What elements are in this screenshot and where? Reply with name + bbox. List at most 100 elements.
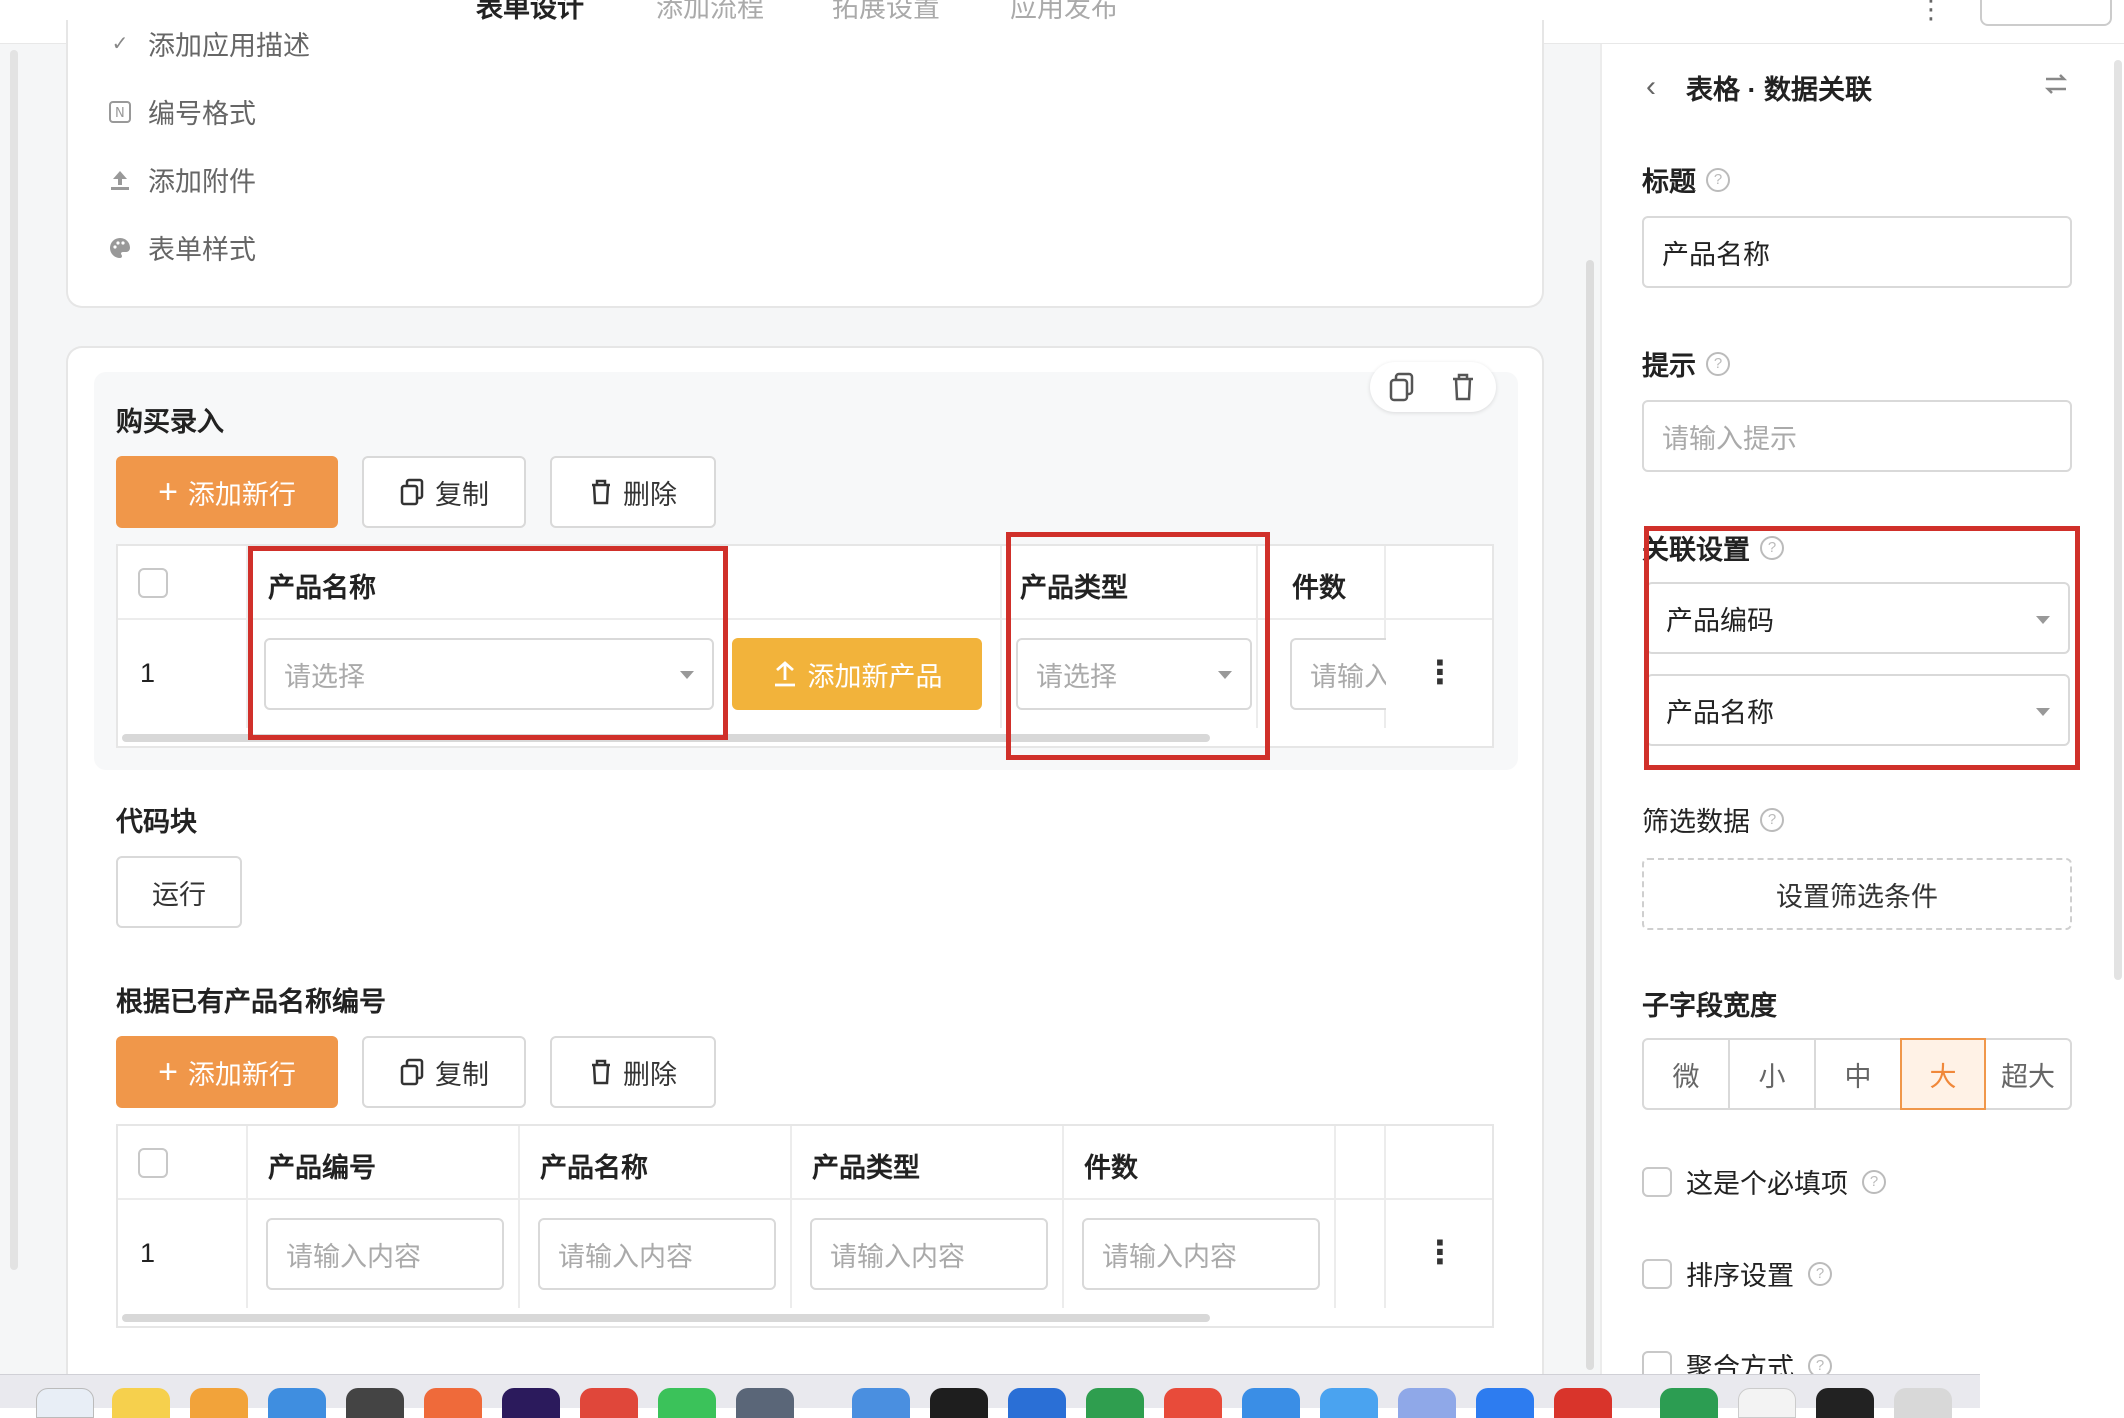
- svg-text:N: N: [115, 106, 125, 121]
- app-icon[interactable]: [852, 1388, 910, 1418]
- table-header-divider: [118, 1198, 1492, 1200]
- add-row-button[interactable]: + 添加新行: [116, 456, 338, 528]
- add-row-button[interactable]: + 添加新行: [116, 1036, 338, 1108]
- more-icon[interactable]: ⋮: [1918, 0, 1944, 25]
- width-option-medium[interactable]: 中: [1814, 1038, 1902, 1110]
- width-option-large[interactable]: 大: [1900, 1038, 1986, 1110]
- app-icon[interactable]: [1660, 1388, 1718, 1418]
- col-header-product-name: 产品名称: [540, 1153, 648, 1183]
- number-format-icon: N: [108, 100, 132, 124]
- row-index: 1: [140, 658, 156, 688]
- copy-icon: [400, 1058, 424, 1086]
- col-divider: [1334, 1126, 1336, 1308]
- save-button[interactable]: [1980, 0, 2112, 26]
- code-block-title: 代码块: [116, 807, 197, 837]
- app-icon[interactable]: [1164, 1388, 1222, 1418]
- app-icon[interactable]: [1476, 1388, 1534, 1418]
- app-icon[interactable]: [346, 1388, 404, 1418]
- filter-label: 筛选数据?: [1642, 800, 1784, 839]
- set-filter-button[interactable]: 设置筛选条件: [1642, 858, 2072, 930]
- add-new-product-button[interactable]: 添加新产品: [732, 638, 982, 710]
- help-icon[interactable]: ?: [1760, 807, 1784, 832]
- checkbox-box[interactable]: [1642, 1258, 1672, 1289]
- trash-icon[interactable]: [1450, 372, 1476, 407]
- help-icon[interactable]: ?: [1808, 1261, 1832, 1286]
- notes-icon[interactable]: [112, 1388, 170, 1418]
- menu-add-description[interactable]: ✓ 添加应用描述: [108, 24, 310, 63]
- col-header-product-code: 产品编号: [268, 1153, 376, 1183]
- col-divider: [246, 1126, 248, 1308]
- highlight-box-type: [1006, 532, 1270, 760]
- back-chevron-icon[interactable]: ‹: [1646, 70, 1656, 104]
- trash-icon[interactable]: [1894, 1388, 1952, 1418]
- product-name-input[interactable]: 请输入内容: [538, 1218, 776, 1290]
- upload-icon: [774, 661, 795, 687]
- document-icon[interactable]: [1738, 1388, 1796, 1418]
- checkbox-box[interactable]: [1642, 1166, 1672, 1197]
- width-option-small[interactable]: 小: [1728, 1038, 1816, 1110]
- width-option-tiny[interactable]: 微: [1642, 1038, 1730, 1110]
- product-code-input[interactable]: 请输入内容: [266, 1218, 504, 1290]
- app-icon[interactable]: [502, 1388, 560, 1418]
- product-type-input[interactable]: 请输入内容: [810, 1218, 1048, 1290]
- copy-button[interactable]: 复制: [362, 1036, 526, 1108]
- col-divider: [1384, 1126, 1386, 1308]
- sort-checkbox[interactable]: 排序设置?: [1642, 1254, 1832, 1293]
- col-header-count: 件数: [1292, 573, 1346, 603]
- width-option-xlarge[interactable]: 超大: [1984, 1038, 2072, 1110]
- check-icon: ✓: [111, 33, 129, 55]
- app-store-icon[interactable]: [268, 1388, 326, 1418]
- app-icon[interactable]: [190, 1388, 248, 1418]
- count-input[interactable]: 请输入: [1290, 638, 1386, 710]
- title-label: 标题?: [1642, 160, 1730, 199]
- app-icon[interactable]: [1086, 1388, 1144, 1418]
- highlight-box-link: [1644, 526, 2080, 770]
- plus-icon: +: [158, 1053, 178, 1091]
- left-scrollbar[interactable]: [10, 50, 18, 1270]
- row-more-icon[interactable]: ⋮: [1424, 1236, 1456, 1268]
- row-more-icon[interactable]: ⋮: [1424, 656, 1456, 688]
- title-input[interactable]: 产品名称: [1642, 216, 2072, 288]
- copy-button[interactable]: 复制: [362, 456, 526, 528]
- app-icon[interactable]: [1554, 1388, 1612, 1418]
- help-icon[interactable]: ?: [1862, 1169, 1886, 1194]
- app-icon[interactable]: [1816, 1388, 1874, 1418]
- delete-button[interactable]: 删除: [550, 456, 716, 528]
- switch-icon[interactable]: [2042, 70, 2070, 103]
- run-button[interactable]: 运行: [116, 856, 242, 928]
- menu-add-attachment[interactable]: 添加附件: [108, 160, 256, 199]
- app-icon[interactable]: [1398, 1388, 1456, 1418]
- app-icon[interactable]: [736, 1388, 794, 1418]
- col-divider: [1000, 546, 1002, 728]
- palette-icon: [108, 236, 132, 260]
- col-header-count: 件数: [1084, 1153, 1138, 1183]
- plus-icon: +: [158, 473, 178, 511]
- col-header-product-type: 产品类型: [812, 1153, 920, 1183]
- required-checkbox[interactable]: 这是个必填项?: [1642, 1162, 1886, 1201]
- hint-input[interactable]: 请输入提示: [1642, 400, 2072, 472]
- col-divider: [790, 1126, 792, 1308]
- copy-icon: [400, 478, 424, 506]
- count-input[interactable]: 请输入内容: [1082, 1218, 1320, 1290]
- select-all-checkbox[interactable]: [138, 1148, 168, 1178]
- app-icon[interactable]: [1242, 1388, 1300, 1418]
- table-hscrollbar[interactable]: [122, 1314, 1210, 1322]
- panel-scrollbar[interactable]: [2114, 60, 2122, 980]
- menu-number-format[interactable]: N 编号格式: [108, 92, 256, 131]
- app-icon[interactable]: [424, 1388, 482, 1418]
- app-icon[interactable]: [580, 1388, 638, 1418]
- terminal-icon[interactable]: [930, 1388, 988, 1418]
- select-all-checkbox[interactable]: [138, 568, 168, 598]
- messages-icon[interactable]: [658, 1388, 716, 1418]
- col-divider: [1062, 1126, 1064, 1308]
- delete-button[interactable]: 删除: [550, 1036, 716, 1108]
- menu-form-style[interactable]: 表单样式: [108, 228, 256, 267]
- app-icon[interactable]: [1320, 1388, 1378, 1418]
- highlight-box-name: [248, 546, 728, 740]
- copy-icon[interactable]: [1388, 372, 1416, 407]
- help-icon[interactable]: ?: [1706, 167, 1730, 192]
- help-icon[interactable]: ?: [1706, 351, 1730, 376]
- finder-icon[interactable]: [36, 1388, 94, 1418]
- main-scrollbar[interactable]: [1586, 260, 1594, 1370]
- app-icon[interactable]: [1008, 1388, 1066, 1418]
